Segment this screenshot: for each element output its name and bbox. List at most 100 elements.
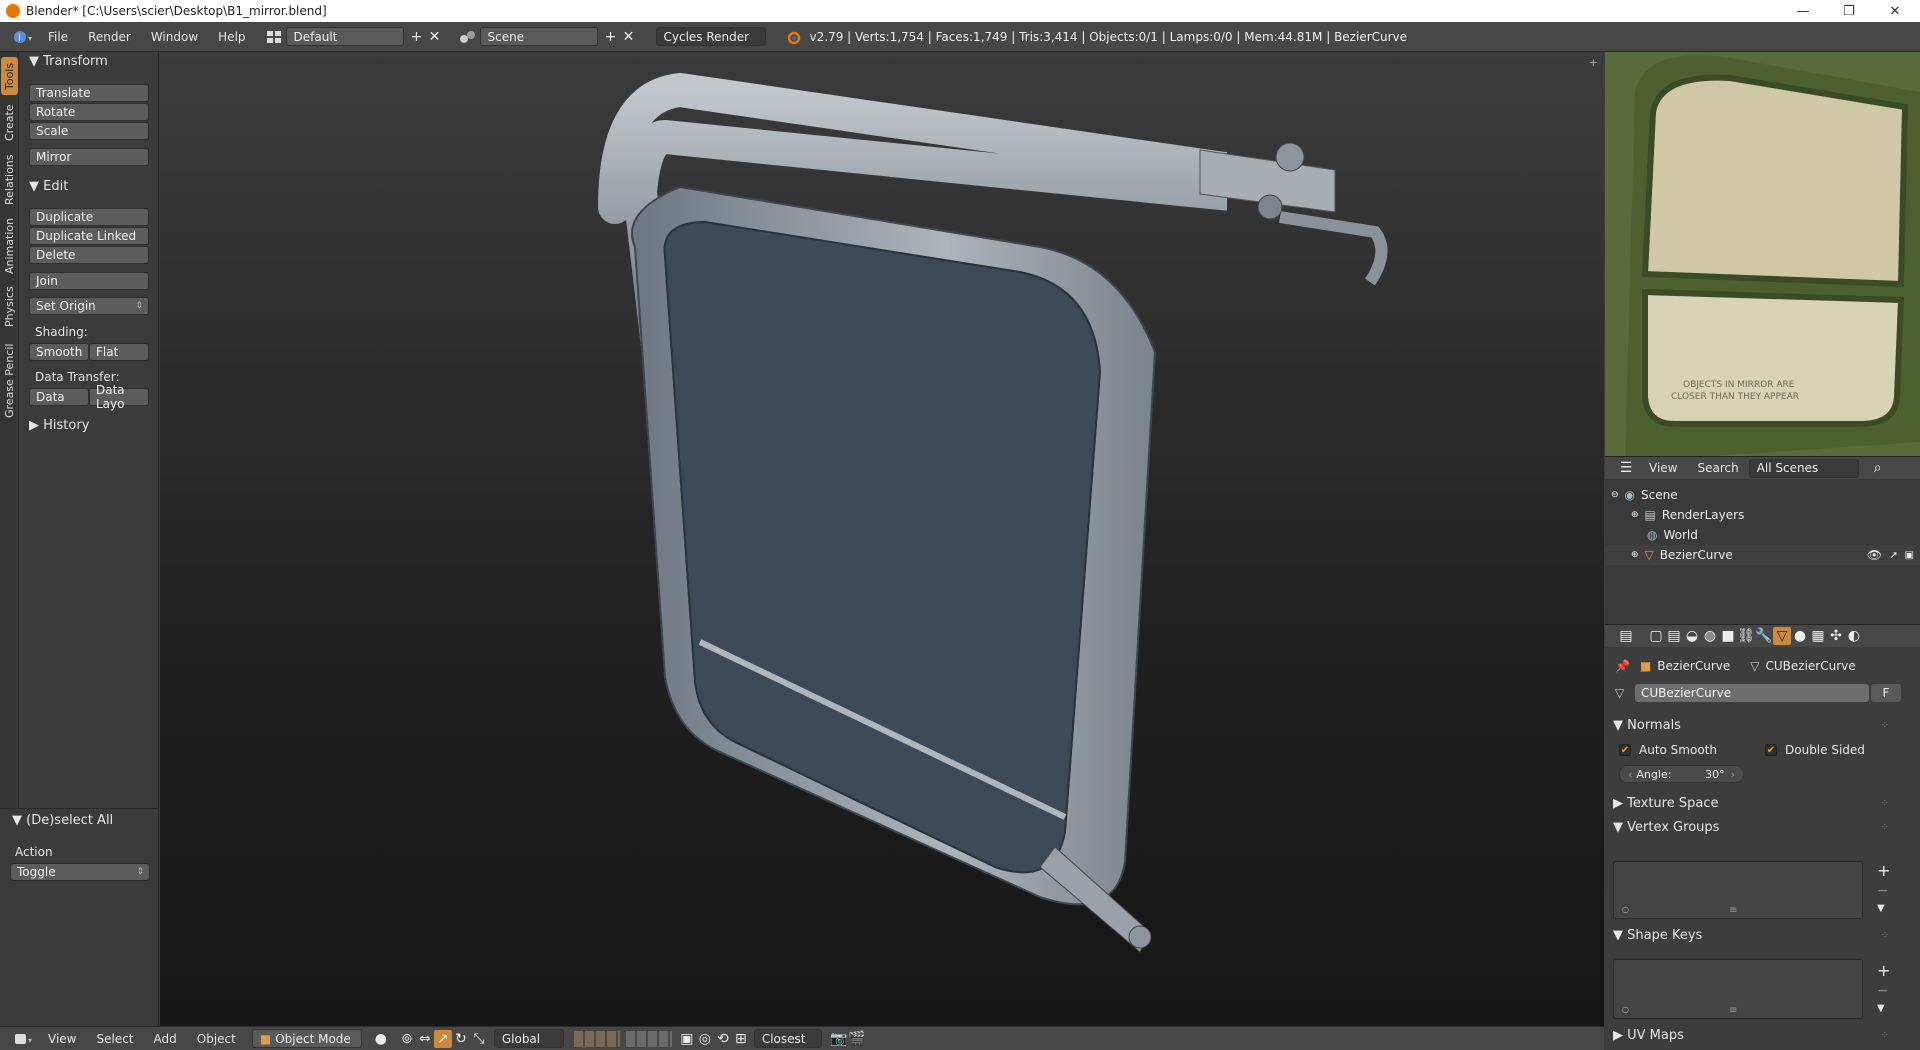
transform-orientation-dropdown[interactable]: Global	[493, 1029, 564, 1048]
join-button[interactable]: Join	[29, 272, 149, 290]
remove-vertex-group-icon[interactable]: −	[1877, 883, 1889, 899]
manipulator-toggle-icon[interactable]: ⇔	[416, 1030, 434, 1048]
curve-data-icon[interactable]: ▽	[1615, 686, 1635, 700]
view3d-editor-icon[interactable]: ▾	[10, 1030, 38, 1048]
outliner-display-dropdown[interactable]: All Scenes	[1748, 458, 1859, 478]
tab-tools[interactable]: Tools	[1, 57, 18, 95]
reference-image-editor[interactable]: OBJECTS IN MIRROR ARE CLOSER THAN THEY A…	[1605, 52, 1920, 456]
drag-handle-icon[interactable]: ⁘	[1881, 798, 1889, 809]
drag-handle-icon[interactable]: ⁘	[1881, 930, 1889, 941]
expand-toggle-icon[interactable]: ⊕	[1631, 550, 1639, 560]
data-tab-icon[interactable]: ▽	[1773, 627, 1791, 645]
menu-view[interactable]: View	[38, 1032, 86, 1046]
viewport-corner-plus-icon[interactable]: +	[1589, 56, 1598, 69]
data-layout-button[interactable]: Data Layo	[89, 383, 149, 411]
drag-handle-icon[interactable]: ⁘	[1881, 1030, 1889, 1041]
outliner-menu-view[interactable]: View	[1639, 461, 1687, 475]
object-tab-icon[interactable]: ■	[1719, 627, 1737, 645]
remove-shape-key-icon[interactable]: −	[1877, 983, 1889, 999]
vertex-groups-panel-header[interactable]: ▼ Vertex Groups ⁘	[1613, 817, 1903, 837]
render-opengl-icon[interactable]: 📷	[830, 1030, 848, 1048]
pin-icon[interactable]: 📌	[1615, 659, 1630, 673]
texture-space-panel-header[interactable]: ▶ Texture Space ⁘	[1613, 793, 1903, 813]
viewport-shading-icon[interactable]: ●	[372, 1030, 390, 1048]
render-tab-icon[interactable]: ▢	[1647, 627, 1665, 645]
shape-key-specials-icon[interactable]: ▼	[1877, 1003, 1885, 1014]
menu-file[interactable]: File	[38, 30, 78, 44]
translate-button[interactable]: Translate	[29, 84, 149, 102]
delete-scene-icon[interactable]: ✕	[620, 28, 638, 46]
data-transfer-button[interactable]: Data	[29, 388, 89, 406]
snap-target-dropdown[interactable]: Closest	[753, 1029, 822, 1048]
uv-maps-panel-header[interactable]: ▶ UV Maps ⁘	[1613, 1025, 1903, 1045]
tab-physics[interactable]: Physics	[1, 282, 18, 332]
menu-help[interactable]: Help	[208, 30, 255, 44]
particles-tab-icon[interactable]: ✣	[1827, 627, 1845, 645]
vertex-groups-list[interactable]: ○ ≡	[1613, 861, 1863, 919]
visibility-eye-icon[interactable]: 👁	[1867, 548, 1882, 562]
outliner-item-scene[interactable]: ⊖ ◉ Scene	[1605, 485, 1920, 505]
decrement-arrow-icon[interactable]: ‹	[1628, 768, 1632, 781]
world-tab-icon[interactable]: ◍	[1701, 627, 1719, 645]
filter-options-icon[interactable]: ○	[1622, 1005, 1629, 1014]
minimize-button[interactable]: —	[1780, 0, 1826, 22]
layer-buttons-b[interactable]	[625, 1030, 672, 1047]
texture-tab-icon[interactable]: ▦	[1809, 627, 1827, 645]
panel-edit-header[interactable]: ▼ Edit	[29, 179, 68, 194]
add-screen-icon[interactable]: +	[408, 28, 426, 46]
add-vertex-group-icon[interactable]: +	[1877, 861, 1890, 880]
expand-toggle-icon[interactable]: ⊕	[1631, 510, 1639, 520]
duplicate-linked-button[interactable]: Duplicate Linked	[29, 227, 149, 245]
screen-layout-icon[interactable]	[262, 28, 286, 46]
vertex-group-specials-icon[interactable]: ▼	[1877, 903, 1885, 914]
menu-window[interactable]: Window	[141, 30, 208, 44]
auto-smooth-checkbox[interactable]: ✔ Auto Smooth	[1619, 743, 1717, 757]
scene-tab-icon[interactable]: ◒	[1683, 627, 1701, 645]
datablock-name-field[interactable]: CUBezierCurve	[1635, 684, 1869, 702]
lock-camera-icon[interactable]: ▣	[678, 1030, 696, 1048]
shade-flat-button[interactable]: Flat	[89, 343, 149, 361]
fake-user-button[interactable]: F	[1871, 684, 1901, 702]
screen-layout-field[interactable]: Default	[285, 27, 404, 46]
panel-transform-header[interactable]: ▼ Transform	[29, 54, 108, 69]
action-dropdown[interactable]: Toggle ⇕	[10, 863, 150, 881]
mirror-button[interactable]: Mirror	[29, 148, 149, 166]
selectable-cursor-icon[interactable]: ➚	[1890, 550, 1898, 561]
panel-history-header[interactable]: ▶ History	[29, 418, 89, 433]
scene-icon[interactable]	[456, 28, 480, 46]
object-mode-dropdown[interactable]: ■ Object Mode	[251, 1029, 362, 1048]
tab-grease-pencil[interactable]: Grease Pencil	[1, 336, 18, 426]
modifiers-tab-icon[interactable]: 🔧	[1755, 627, 1773, 645]
list-resize-grip-icon[interactable]: ≡	[1729, 905, 1737, 916]
tab-create[interactable]: Create	[1, 100, 18, 146]
material-tab-icon[interactable]: ●	[1791, 627, 1809, 645]
drag-handle-icon[interactable]: ⁘	[1881, 720, 1889, 731]
delete-button[interactable]: Delete	[29, 246, 149, 264]
expand-toggle-icon[interactable]: ⊖	[1611, 490, 1619, 500]
maximize-button[interactable]: ❐	[1826, 0, 1872, 22]
shade-smooth-button[interactable]: Smooth	[29, 343, 89, 361]
scene-field[interactable]: Scene	[479, 27, 598, 46]
layer-buttons-a[interactable]	[573, 1030, 620, 1047]
render-engine-dropdown[interactable]: Cycles Render	[655, 27, 766, 46]
angle-slider[interactable]: ‹ Angle: 30° ›	[1619, 765, 1744, 783]
menu-select[interactable]: Select	[86, 1032, 143, 1046]
outliner-item-beziercurve[interactable]: ⊕ ▽ BezierCurve 👁 ➚ ▣	[1605, 545, 1920, 565]
scale-manipulator-icon[interactable]: ⤡	[470, 1030, 488, 1048]
rotate-manipulator-icon[interactable]: ↻	[452, 1030, 470, 1048]
drag-handle-icon[interactable]: ⁘	[1881, 822, 1889, 833]
tab-relations[interactable]: Relations	[1, 150, 18, 210]
constraints-tab-icon[interactable]: ⛓	[1737, 627, 1755, 645]
physics-tab-icon[interactable]: ◐	[1845, 627, 1863, 645]
snap-element-icon[interactable]: ⊞	[732, 1030, 750, 1048]
tab-animation[interactable]: Animation	[1, 214, 18, 278]
add-scene-icon[interactable]: +	[602, 28, 620, 46]
normals-panel-header[interactable]: ▼ Normals ⁘	[1613, 715, 1903, 735]
outliner-item-renderlayers[interactable]: ⊕ ▤ RenderLayers	[1605, 505, 1920, 525]
outliner-menu-search[interactable]: Search	[1687, 461, 1748, 475]
scale-button[interactable]: Scale	[29, 122, 149, 140]
3d-viewport[interactable]: +	[160, 52, 1604, 1026]
outliner-search-icon[interactable]: ⌕	[1869, 459, 1887, 477]
delete-screen-icon[interactable]: ✕	[426, 28, 444, 46]
renderable-camera-icon[interactable]: ▣	[1905, 550, 1914, 561]
